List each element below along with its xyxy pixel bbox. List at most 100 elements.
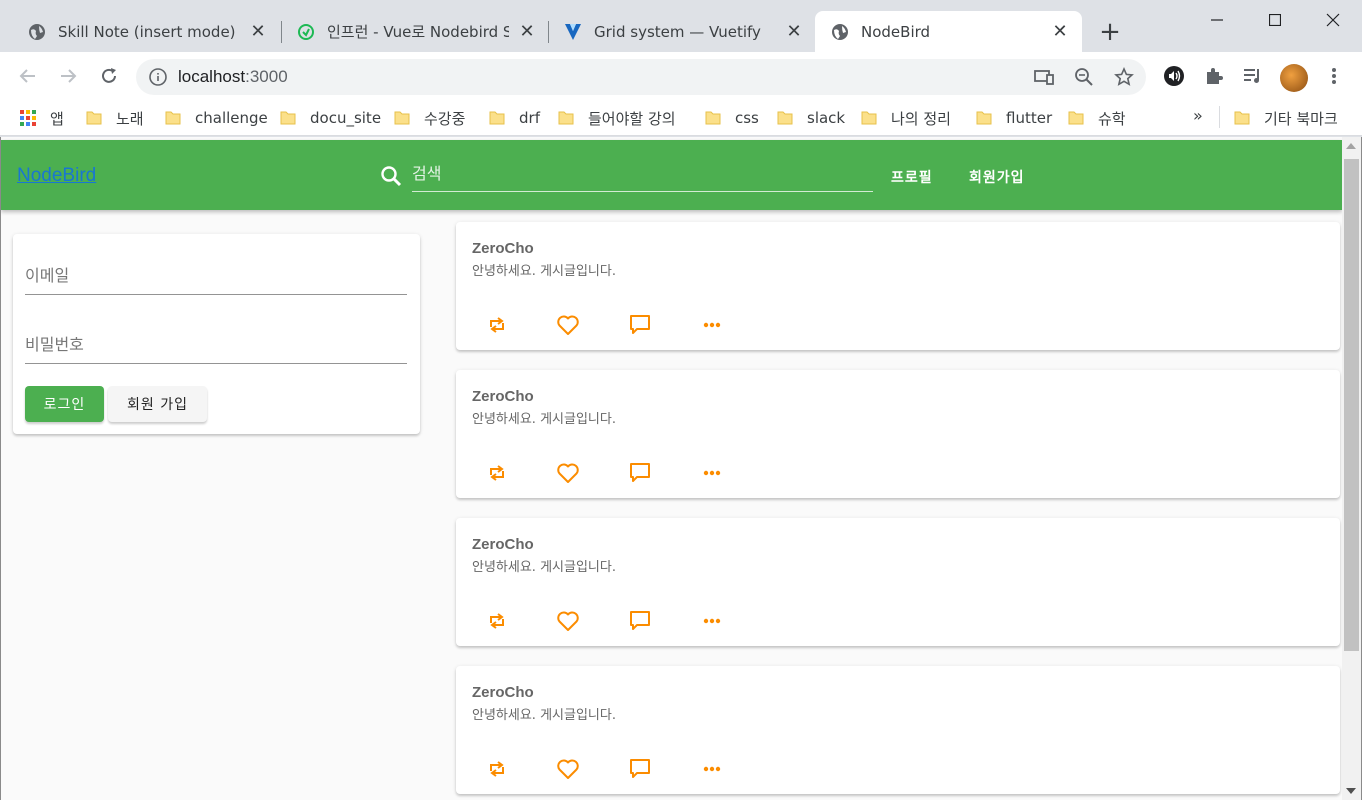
- cast-icon[interactable]: [1032, 65, 1056, 89]
- retweet-icon[interactable]: [484, 312, 510, 338]
- more-options-icon[interactable]: [699, 756, 725, 782]
- comment-icon[interactable]: [627, 312, 653, 338]
- browser-tab-active[interactable]: NodeBird ✕: [815, 11, 1082, 52]
- bookmark-folder[interactable]: css: [705, 106, 759, 130]
- browser-tab-3[interactable]: Grid system — Vuetify ✕: [548, 11, 816, 52]
- heart-icon[interactable]: [555, 608, 581, 634]
- bookmark-star-icon[interactable]: [1112, 65, 1136, 89]
- maximize-icon[interactable]: [1246, 0, 1304, 40]
- scroll-down-arrow[interactable]: [1346, 788, 1356, 794]
- close-tab-icon[interactable]: ✕: [784, 21, 804, 42]
- comment-icon[interactable]: [627, 460, 653, 486]
- heart-icon[interactable]: [555, 756, 581, 782]
- bookmark-folder[interactable]: 슈학: [1068, 106, 1126, 130]
- signup-button[interactable]: 회원 가입: [108, 386, 207, 422]
- vuetify-icon: [564, 23, 582, 41]
- scroll-up-arrow[interactable]: [1346, 143, 1356, 149]
- audio-extension-icon[interactable]: [1162, 64, 1186, 88]
- search-field: [412, 156, 873, 192]
- reload-icon[interactable]: [97, 64, 121, 88]
- comment-icon[interactable]: [627, 756, 653, 782]
- site-info-icon[interactable]: [148, 67, 168, 87]
- media-control-icon[interactable]: [1241, 64, 1265, 88]
- login-button[interactable]: 로그인: [25, 386, 104, 422]
- forward-icon[interactable]: [56, 64, 80, 88]
- search-icon: [381, 166, 402, 187]
- zoom-icon[interactable]: [1072, 65, 1096, 89]
- browser-toolbar: localhost:3000: [0, 52, 1362, 100]
- close-tab-icon[interactable]: ✕: [248, 21, 268, 42]
- bookmark-folder[interactable]: 나의 정리: [861, 106, 951, 130]
- bookmark-folder[interactable]: docu_site: [280, 106, 381, 130]
- browser-menu-icon[interactable]: [1322, 64, 1346, 88]
- email-field: [25, 257, 407, 295]
- bookmark-folder[interactable]: slack: [777, 106, 845, 130]
- profile-avatar[interactable]: [1280, 64, 1308, 92]
- email-input[interactable]: [25, 257, 407, 293]
- login-form-card: 로그인 회원 가입: [13, 234, 420, 434]
- retweet-icon[interactable]: [484, 756, 510, 782]
- back-icon[interactable]: [16, 64, 40, 88]
- folder-icon: [558, 111, 574, 125]
- apps-grid-icon: [20, 110, 36, 126]
- signup-nav-button[interactable]: 회원가입: [969, 167, 1025, 187]
- post-card: ZeroCho 안녕하세요. 게시글입니다.: [456, 370, 1340, 498]
- folder-icon: [861, 111, 877, 125]
- inflearn-icon: [297, 23, 315, 41]
- more-options-icon[interactable]: [699, 608, 725, 634]
- address-bar[interactable]: localhost:3000: [136, 59, 1146, 95]
- new-tab-icon[interactable]: +: [1096, 17, 1124, 47]
- folder-icon: [705, 111, 721, 125]
- close-tab-icon[interactable]: ✕: [1050, 21, 1070, 42]
- bookmark-folder[interactable]: 수강중: [394, 106, 465, 130]
- bookmark-label: 노래: [116, 109, 144, 128]
- tab-title: NodeBird: [861, 22, 931, 41]
- retweet-icon[interactable]: [484, 608, 510, 634]
- bookmark-folder[interactable]: challenge: [165, 106, 268, 130]
- retweet-icon[interactable]: [484, 460, 510, 486]
- bookmark-apps[interactable]: 앱: [20, 106, 64, 130]
- heart-icon[interactable]: [555, 312, 581, 338]
- url-host: localhost: [178, 67, 246, 86]
- browser-tab-1[interactable]: Skill Note (insert mode) ✕: [12, 11, 280, 52]
- bookmark-folder[interactable]: drf: [489, 106, 540, 130]
- bookmarks-overflow-button[interactable]: »: [1193, 106, 1203, 125]
- post-content: 안녕하세요. 게시글입니다.: [472, 264, 616, 279]
- minimize-icon[interactable]: [1188, 0, 1246, 40]
- close-window-icon[interactable]: [1304, 0, 1362, 40]
- password-input[interactable]: [25, 326, 407, 362]
- app-bar: NodeBird 프로필 회원가입: [1, 140, 1342, 210]
- profile-nav-button[interactable]: 프로필: [891, 167, 933, 187]
- folder-icon: [394, 111, 410, 125]
- post-card: ZeroCho 안녕하세요. 게시글입니다.: [456, 222, 1340, 350]
- folder-icon: [489, 111, 505, 125]
- globe-icon: [831, 23, 849, 41]
- browser-tab-2[interactable]: 인프런 - Vue로 Nodebird S ✕: [281, 11, 549, 52]
- bookmark-label: flutter: [1006, 109, 1053, 127]
- close-tab-icon[interactable]: ✕: [517, 21, 537, 42]
- scrollbar-thumb[interactable]: [1344, 159, 1359, 651]
- other-bookmarks[interactable]: 기타 북마크: [1234, 106, 1338, 130]
- bookmark-label: 나의 정리: [891, 109, 951, 128]
- page-scrollbar[interactable]: [1342, 137, 1362, 800]
- extensions-icon[interactable]: [1202, 64, 1226, 88]
- search-input[interactable]: [412, 156, 873, 190]
- logo-link[interactable]: NodeBird: [17, 165, 96, 187]
- globe-icon: [28, 23, 46, 41]
- post-content: 안녕하세요. 게시글입니다.: [472, 412, 616, 427]
- folder-icon: [86, 111, 102, 125]
- post-author: ZeroCho: [472, 388, 534, 405]
- bookmark-label: 앱: [50, 109, 64, 128]
- bookmark-label: slack: [807, 109, 846, 127]
- bookmark-label: css: [735, 109, 759, 127]
- heart-icon[interactable]: [555, 460, 581, 486]
- bookmark-folder[interactable]: 노래: [86, 106, 144, 130]
- bookmark-label: drf: [519, 109, 540, 127]
- post-author: ZeroCho: [472, 684, 534, 701]
- bookmark-folder[interactable]: flutter: [976, 106, 1052, 130]
- tab-strip: Skill Note (insert mode) ✕ 인프런 - Vue로 No…: [0, 0, 1362, 52]
- more-options-icon[interactable]: [699, 460, 725, 486]
- bookmark-folder[interactable]: 들어야할 강의: [558, 106, 676, 130]
- more-options-icon[interactable]: [699, 312, 725, 338]
- comment-icon[interactable]: [627, 608, 653, 634]
